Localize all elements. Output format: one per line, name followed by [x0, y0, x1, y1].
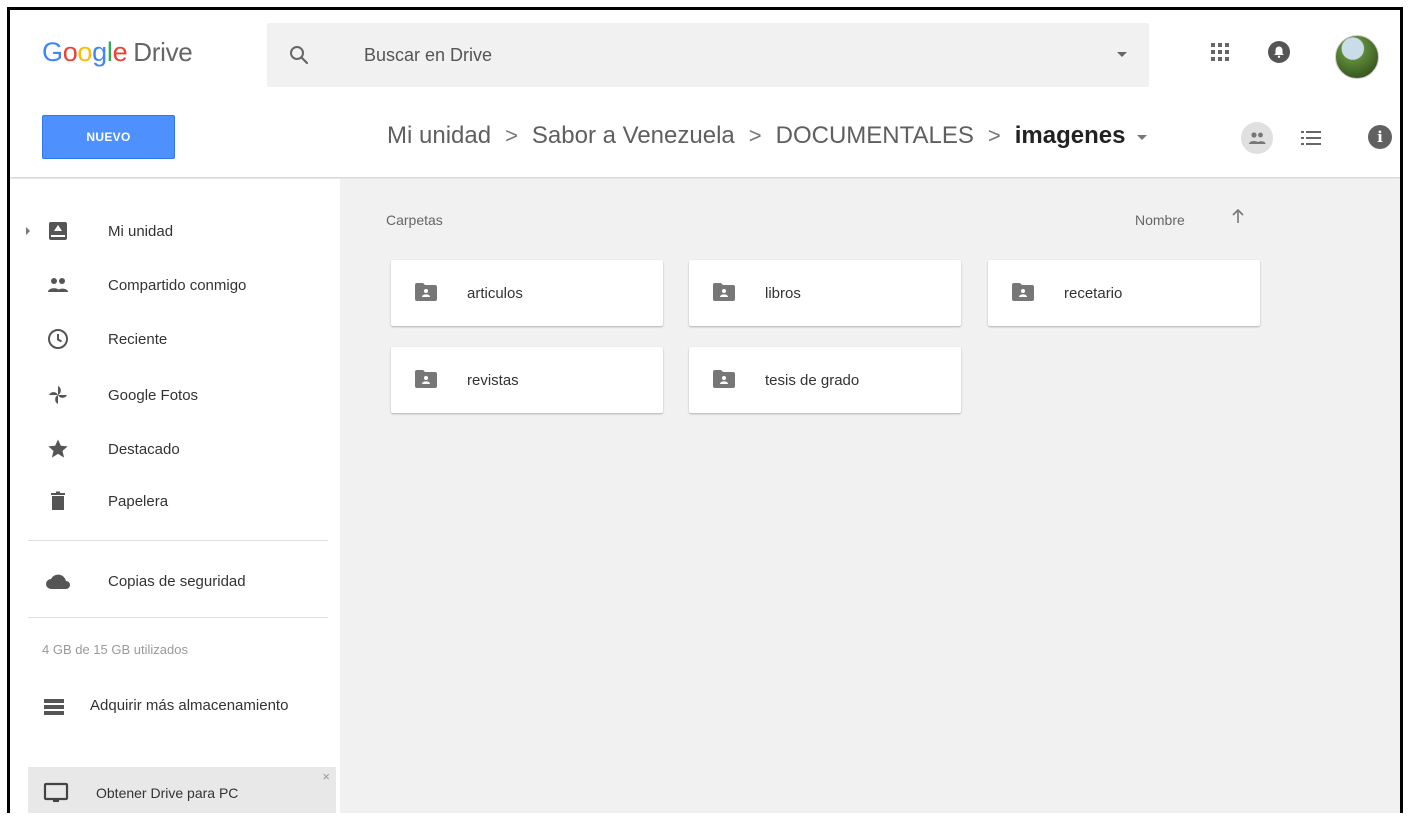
search-options-dropdown-icon[interactable] — [1117, 52, 1127, 57]
apps-grid-icon[interactable] — [1211, 43, 1229, 61]
sidebar-item-copias-de-seguridad[interactable]: Copias de seguridad — [10, 561, 340, 601]
new-button[interactable]: NUEVO — [42, 115, 175, 159]
folder-name: tesis de grado — [765, 372, 860, 389]
sidebar-item-label: Mi unidad — [108, 222, 174, 240]
buy-storage-label: Adquirir más almacenamiento — [90, 697, 289, 714]
monitor-icon — [43, 782, 69, 802]
user-avatar[interactable] — [1335, 35, 1379, 79]
sidebar-item-mi-unidad[interactable]: Mi unidad — [10, 211, 340, 251]
folder-name: articulos — [467, 285, 523, 302]
storage-usage-text: 4 GB de 15 GB utilizados — [42, 642, 188, 657]
cloud-icon — [46, 574, 70, 589]
breadcrumb-item-sabor-a-venezuela[interactable]: Sabor a Venezuela — [532, 122, 735, 150]
sidebar-item-label: Copias de seguridad — [108, 572, 246, 590]
folder-menu-dropdown-icon[interactable] — [1137, 135, 1148, 140]
search-icon[interactable] — [287, 43, 311, 67]
breadcrumb-item-documentales[interactable]: DOCUMENTALES — [776, 122, 974, 150]
get-drive-for-pc-banner[interactable]: Obtener Drive para PC × — [28, 767, 336, 813]
breadcrumb-separator: > — [748, 123, 762, 148]
folder-name: revistas — [467, 372, 519, 389]
expand-caret-icon[interactable] — [26, 227, 30, 235]
breadcrumb-separator: > — [505, 123, 518, 148]
sidebar-item-compartido-conmigo[interactable]: Compartido conmigo — [10, 265, 340, 305]
app-window: Google Drive Buscar en Drive NUEVO Mi un… — [7, 7, 1403, 813]
sort-ascending-arrow-icon[interactable] — [1230, 207, 1246, 225]
notifications-icon[interactable] — [1267, 40, 1291, 64]
section-label-folders: Carpetas — [386, 212, 443, 228]
search-bar[interactable]: Buscar en Drive — [267, 23, 1149, 87]
sidebar-item-label: Compartido conmigo — [108, 276, 247, 294]
folder-card[interactable]: libros — [689, 260, 961, 326]
main-content: Carpetas Nombre articulos libros recetar… — [340, 179, 1400, 813]
breadcrumb: Mi unidad > Sabor a Venezuela > DOCUMENT… — [387, 120, 1148, 152]
folder-card[interactable]: recetario — [988, 260, 1260, 326]
search-input[interactable]: Buscar en Drive — [364, 45, 492, 66]
close-icon[interactable]: × — [322, 769, 330, 784]
pinwheel-icon — [49, 386, 67, 404]
sidebar-item-papelera[interactable]: Papelera — [10, 481, 340, 521]
sidebar-divider — [28, 540, 328, 541]
folder-card[interactable]: articulos — [391, 260, 663, 326]
folder-name: recetario — [1064, 285, 1123, 302]
breadcrumb-item-current[interactable]: imagenes — [1015, 122, 1126, 150]
sidebar-item-label: Destacado — [108, 440, 180, 458]
folder-card[interactable]: tesis de grado — [689, 347, 961, 413]
action-bar: NUEVO Mi unidad > Sabor a Venezuela > DO… — [10, 98, 1400, 178]
shared-folder-icon — [713, 283, 735, 301]
sidebar-item-reciente[interactable]: Reciente — [10, 319, 340, 359]
share-button[interactable] — [1241, 122, 1273, 154]
folder-card[interactable]: revistas — [391, 347, 663, 413]
logo-google-text: Google — [42, 37, 128, 67]
shared-folder-icon — [1012, 283, 1034, 301]
top-bar: Google Drive Buscar en Drive — [10, 10, 1400, 98]
breadcrumb-item-mi-unidad[interactable]: Mi unidad — [387, 122, 491, 150]
get-drive-label: Obtener Drive para PC — [96, 785, 239, 801]
logo-drive-text: Drive — [133, 37, 193, 67]
people-icon — [48, 278, 68, 292]
google-drive-logo[interactable]: Google Drive — [42, 37, 193, 68]
people-icon — [1249, 132, 1266, 144]
sidebar: Mi unidad Compartido conmigo Reciente Go… — [10, 179, 340, 813]
star-icon — [48, 439, 68, 458]
clock-icon — [48, 329, 68, 349]
list-view-icon[interactable] — [1301, 130, 1321, 146]
sort-by-name-button[interactable]: Nombre — [1135, 212, 1185, 228]
buy-storage-link[interactable]: Adquirir más almacenamiento — [10, 687, 340, 727]
sidebar-item-label: Papelera — [108, 492, 169, 510]
sidebar-divider — [28, 617, 328, 618]
sidebar-item-destacado[interactable]: Destacado — [10, 429, 340, 469]
shared-folder-icon — [713, 370, 735, 388]
drive-icon — [49, 222, 67, 240]
shared-folder-icon — [415, 370, 437, 388]
sidebar-item-label: Google Fotos — [108, 386, 199, 404]
sidebar-item-label: Reciente — [108, 330, 168, 348]
shared-folder-icon — [415, 283, 437, 301]
storage-icon — [44, 699, 64, 715]
sidebar-item-google-fotos[interactable]: Google Fotos — [10, 375, 340, 415]
info-icon[interactable]: i — [1368, 125, 1392, 149]
trash-icon — [51, 491, 65, 510]
folder-name: libros — [765, 285, 801, 302]
breadcrumb-separator: > — [987, 123, 1001, 148]
